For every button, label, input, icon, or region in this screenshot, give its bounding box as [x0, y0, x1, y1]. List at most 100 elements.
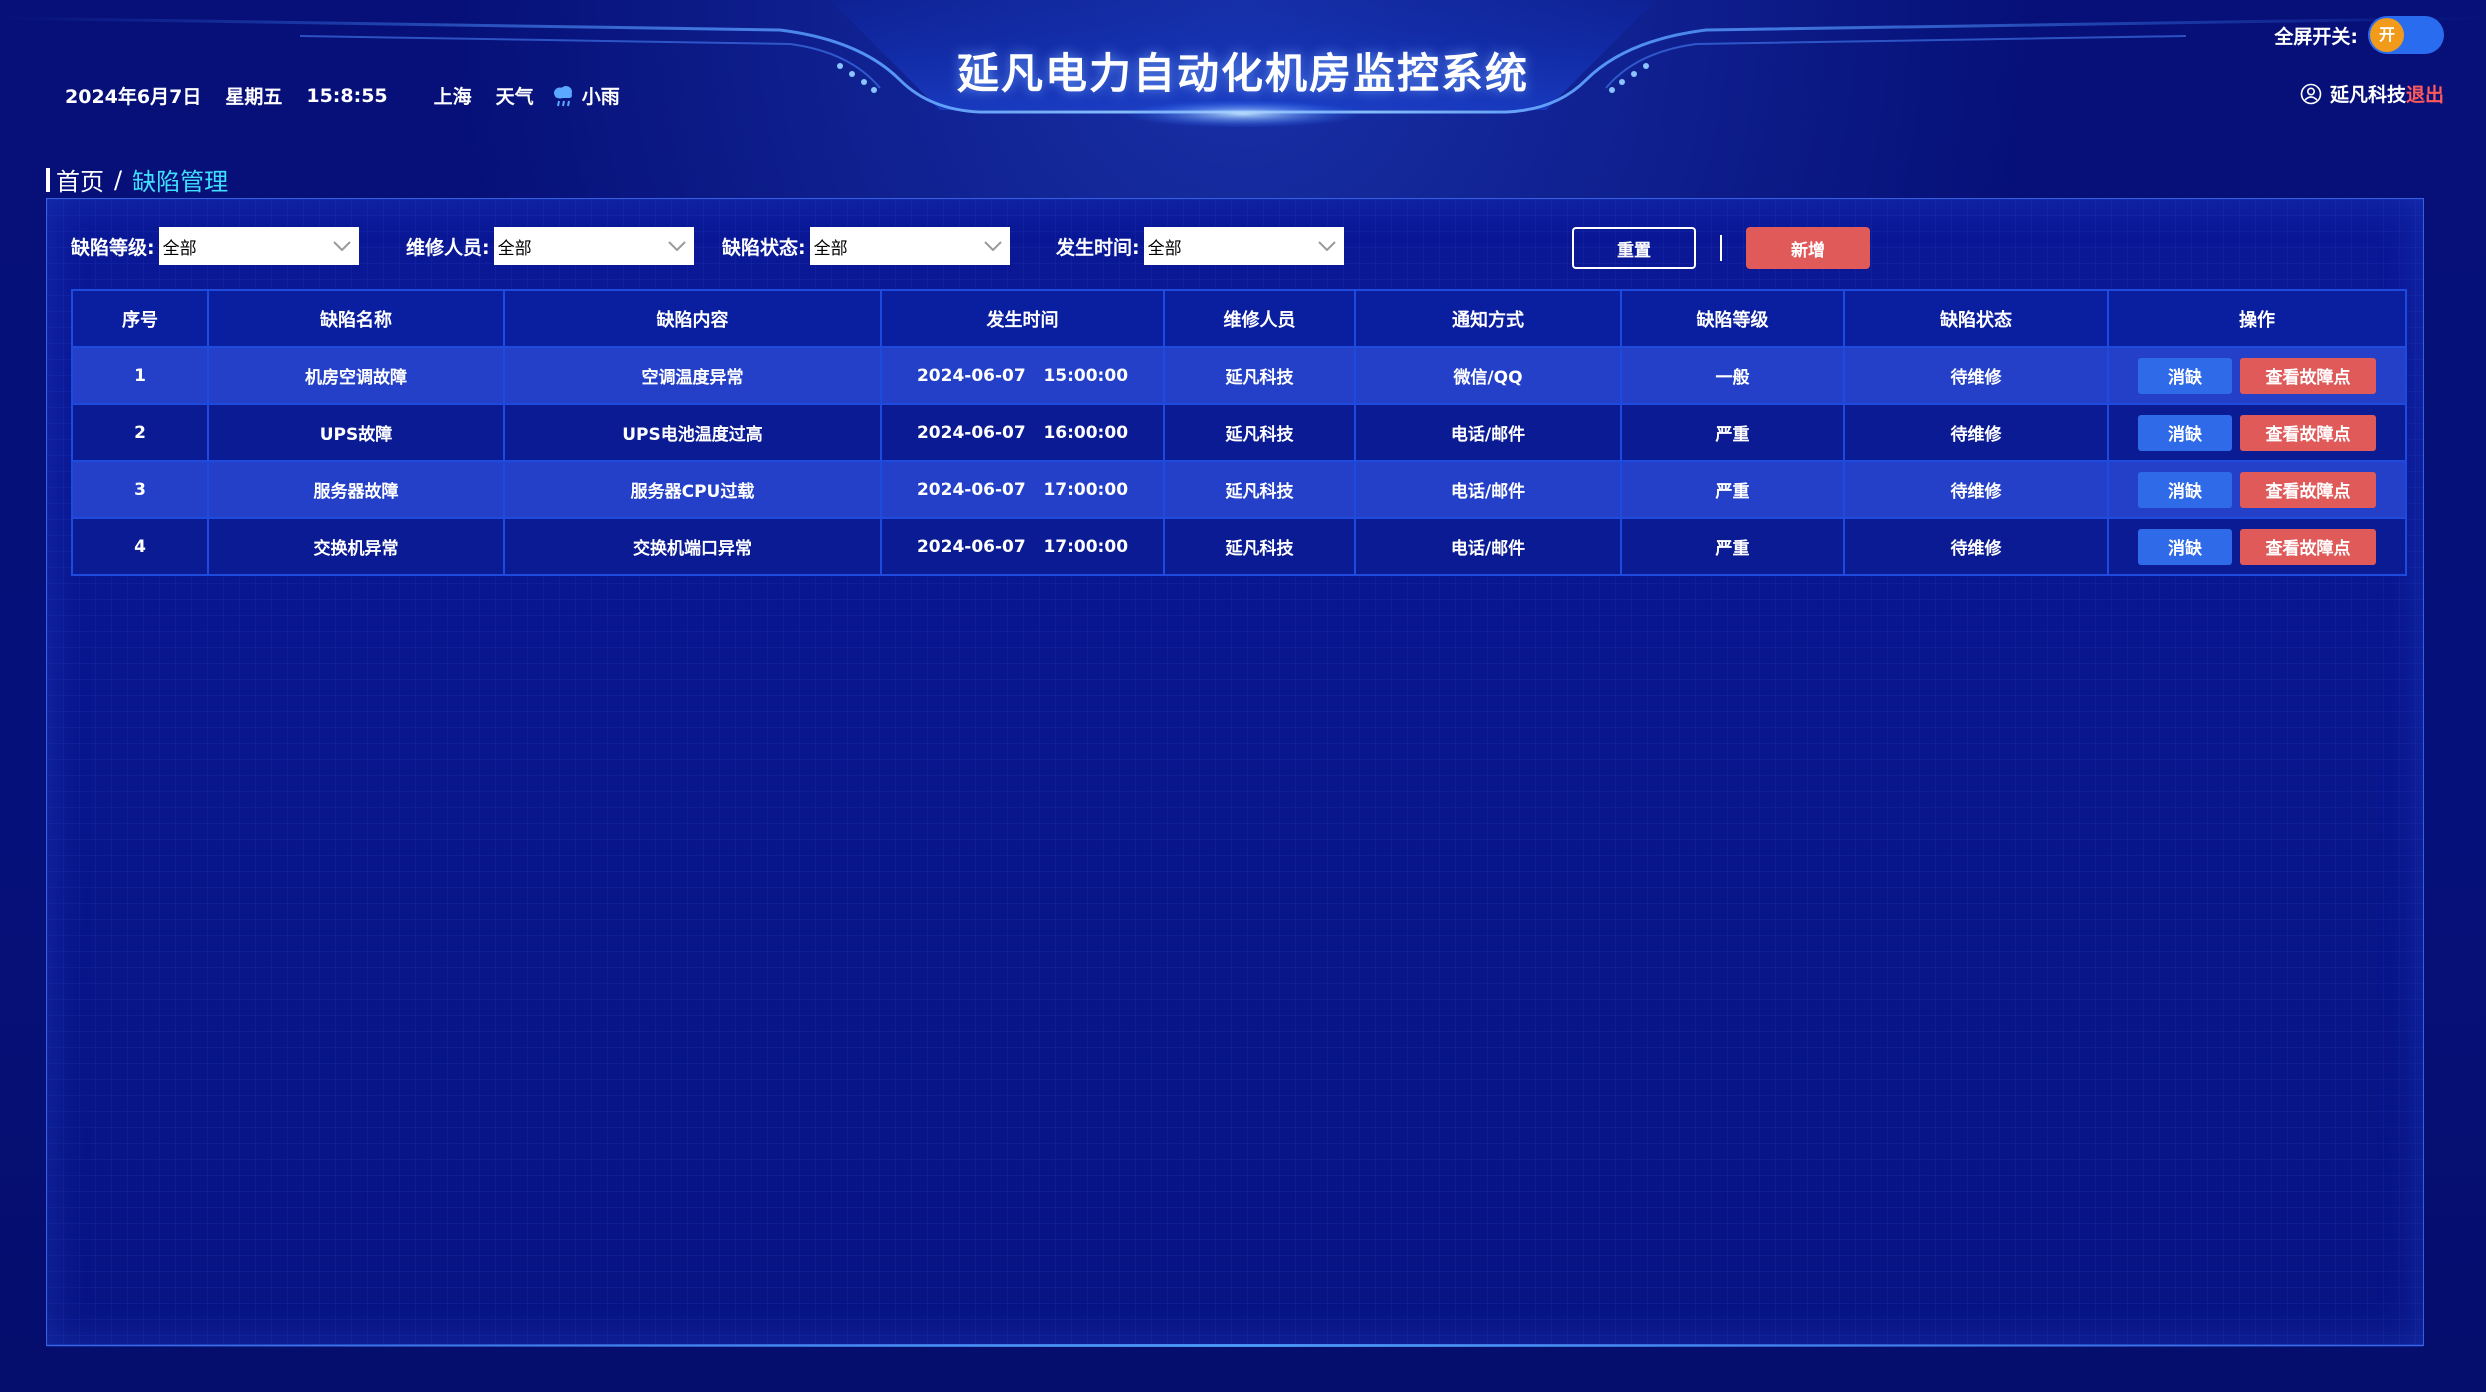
column-header: 通知方式	[1354, 289, 1622, 348]
filter-staff-select[interactable]: 全部	[493, 227, 694, 265]
view-fault-point-button[interactable]: 查看故障点	[2240, 414, 2376, 451]
clear-defect-button[interactable]: 消缺	[2138, 357, 2232, 394]
table-cell: 4	[71, 517, 209, 576]
header: 延凡电力自动化机房监控系统 2024年6月7日 星期五 15:8:55 上海 天…	[0, 0, 2486, 140]
chevron-down-icon	[667, 241, 686, 251]
filter-status-label: 缺陷状态:	[722, 236, 806, 259]
table-cell: 严重	[1620, 460, 1845, 519]
table-header-row: 序号 缺陷名称 缺陷内容 发生时间 维修人员 通知方式 缺陷等级 缺陷状态 操作	[71, 289, 2407, 348]
table-row: 4 交换机异常 交换机端口异常 2024-06-07 17:00:00 延凡科技…	[71, 517, 2407, 576]
view-fault-point-button[interactable]: 查看故障点	[2240, 357, 2376, 394]
table-cell-ops: 消缺 查看故障点	[2107, 517, 2407, 576]
filter-staff-value: 全部	[497, 238, 532, 259]
reset-button[interactable]: 重置	[1572, 227, 1696, 269]
filter-time-label: 发生时间:	[1056, 236, 1140, 259]
logout-link[interactable]: 退出	[2406, 80, 2444, 107]
rain-cloud-icon	[553, 85, 572, 106]
table-cell-ops: 消缺 查看故障点	[2107, 460, 2407, 519]
table-cell: 电话/邮件	[1354, 517, 1622, 576]
column-header: 序号	[71, 289, 209, 348]
table-cell: 待维修	[1843, 403, 2109, 462]
column-header: 缺陷名称	[207, 289, 505, 348]
filter-time: 发生时间: 全部	[1056, 227, 1344, 265]
current-time: 15:8:55	[306, 84, 388, 107]
table-cell: 严重	[1620, 517, 1845, 576]
view-fault-point-button[interactable]: 查看故障点	[2240, 528, 2376, 565]
table-row: 2 UPS故障 UPS电池温度过高 2024-06-07 16:00:00 延凡…	[71, 403, 2407, 462]
filter-level: 缺陷等级: 全部	[71, 227, 359, 265]
table-cell-ops: 消缺 查看故障点	[2107, 346, 2407, 405]
breadcrumb: 首页 / 缺陷管理	[46, 162, 228, 197]
table-row: 3 服务器故障 服务器CPU过载 2024-06-07 17:00:00 延凡科…	[71, 460, 2407, 519]
breadcrumb-bar	[46, 167, 50, 192]
clear-defect-button[interactable]: 消缺	[2138, 528, 2232, 565]
fullscreen-toggle[interactable]: 开	[2368, 16, 2444, 54]
page: 延凡电力自动化机房监控系统 2024年6月7日 星期五 15:8:55 上海 天…	[0, 0, 2486, 1392]
table-cell: 1	[71, 346, 209, 405]
city: 上海	[433, 86, 472, 108]
table-cell: 延凡科技	[1163, 346, 1356, 405]
fullscreen-label: 全屏开关:	[2274, 25, 2358, 48]
view-fault-point-button[interactable]: 查看故障点	[2240, 471, 2376, 508]
table-cell: 2	[71, 403, 209, 462]
filter-level-value: 全部	[162, 238, 197, 259]
table-cell: 严重	[1620, 403, 1845, 462]
table-cell: 延凡科技	[1163, 403, 1356, 462]
defect-table: 序号 缺陷名称 缺陷内容 发生时间 维修人员 通知方式 缺陷等级 缺陷状态 操作…	[71, 289, 2407, 576]
datetime-weather: 2024年6月7日 星期五 15:8:55 上海 天气 小雨	[65, 82, 620, 109]
table-cell: 2024-06-07 15:00:00	[880, 346, 1165, 405]
table-cell: 3	[71, 460, 209, 519]
table-cell: 2024-06-07 16:00:00	[880, 403, 1165, 462]
filter-status-value: 全部	[813, 238, 848, 259]
table-cell: 交换机端口异常	[503, 517, 882, 576]
user-area: 延凡科技 退出	[2300, 80, 2444, 107]
table-cell: 2024-06-07 17:00:00	[880, 460, 1165, 519]
chevron-down-icon	[983, 241, 1002, 251]
table-cell: 电话/邮件	[1354, 460, 1622, 519]
table-cell: UPS故障	[207, 403, 505, 462]
table-cell: 交换机异常	[207, 517, 505, 576]
filter-status-select[interactable]: 全部	[809, 227, 1010, 265]
current-date: 2024年6月7日	[65, 86, 202, 108]
column-header: 缺陷内容	[503, 289, 882, 348]
clear-defect-button[interactable]: 消缺	[2138, 471, 2232, 508]
table-cell-ops: 消缺 查看故障点	[2107, 403, 2407, 462]
clear-defect-button[interactable]: 消缺	[2138, 414, 2232, 451]
table-cell: 服务器CPU过载	[503, 460, 882, 519]
table-cell: 延凡科技	[1163, 460, 1356, 519]
breadcrumb-current: 缺陷管理	[132, 168, 229, 196]
table-cell: 2024-06-07 17:00:00	[880, 517, 1165, 576]
table-cell: 电话/邮件	[1354, 403, 1622, 462]
table-cell: 空调温度异常	[503, 346, 882, 405]
main-panel: 缺陷等级: 全部 维修人员: 全部 缺陷状态: 全部 发生时间: 全部 重置 新…	[46, 198, 2424, 1347]
filter-staff: 维修人员: 全部	[406, 227, 694, 265]
chevron-down-icon	[1317, 241, 1336, 251]
column-header: 操作	[2107, 289, 2407, 348]
table-cell: 待维修	[1843, 517, 2109, 576]
table-cell: 待维修	[1843, 460, 2109, 519]
filter-divider	[1720, 235, 1722, 261]
weather-text: 小雨	[581, 86, 620, 108]
filter-staff-label: 维修人员:	[406, 236, 490, 259]
filter-bar: 缺陷等级: 全部 维修人员: 全部 缺陷状态: 全部 发生时间: 全部 重置 新…	[71, 227, 2401, 269]
breadcrumb-separator: /	[114, 165, 123, 194]
table-cell: 微信/QQ	[1354, 346, 1622, 405]
user-icon	[2300, 83, 2322, 104]
table-cell: 机房空调故障	[207, 346, 505, 405]
add-button[interactable]: 新增	[1746, 227, 1870, 269]
table-cell: 延凡科技	[1163, 517, 1356, 576]
column-header: 维修人员	[1163, 289, 1356, 348]
column-header: 发生时间	[880, 289, 1165, 348]
page-title: 延凡电力自动化机房监控系统	[956, 49, 1529, 98]
column-header: 缺陷状态	[1843, 289, 2109, 348]
table-cell: 服务器故障	[207, 460, 505, 519]
toggle-knob: 开	[2370, 18, 2404, 52]
filter-status: 缺陷状态: 全部	[722, 227, 1010, 265]
filter-time-select[interactable]: 全部	[1143, 227, 1344, 265]
filter-level-select[interactable]: 全部	[158, 227, 359, 265]
table-cell: 一般	[1620, 346, 1845, 405]
breadcrumb-home[interactable]: 首页	[56, 162, 104, 197]
weather-label: 天气	[495, 86, 534, 108]
filter-time-value: 全部	[1147, 238, 1182, 259]
panel-bottom-line	[47, 1344, 2423, 1347]
